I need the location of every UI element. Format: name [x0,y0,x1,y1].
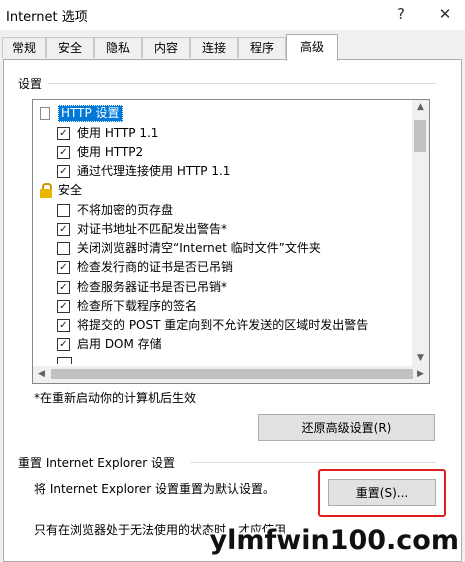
checkbox[interactable] [57,204,70,217]
category-label: HTTP 设置 [58,105,123,122]
scroll-thumb[interactable] [414,120,426,152]
checkbox[interactable]: ✓ [57,300,70,313]
lock-icon [39,183,53,199]
settings-divider [48,83,436,84]
reset-button[interactable]: 重置(S)... [328,479,436,506]
scroll-up-icon[interactable]: ▲ [413,100,428,115]
checkbox[interactable]: ✓ [57,338,70,351]
tab-strip: 常规 安全 隐私 内容 连接 程序 高级 [0,34,465,61]
tab-content[interactable]: 内容 [142,37,190,58]
checkbox[interactable]: ✓ [57,281,70,294]
tab-privacy[interactable]: 隐私 [94,37,142,58]
restore-advanced-settings-button[interactable]: 还原高级设置(R) [258,414,435,441]
close-button[interactable]: ✕ [432,3,458,25]
scroll-left-icon[interactable]: ◀ [34,367,49,382]
tab-general[interactable]: 常规 [2,37,46,58]
setting-label: 使用 HTTP2 [77,145,144,159]
tab-programs[interactable]: 程序 [238,37,286,58]
window-title: Internet 选项 [6,10,88,25]
tab-advanced[interactable]: 高级 [286,34,338,61]
reset-group-label: 重置 Internet Explorer 设置 [18,454,180,471]
tab-connections[interactable]: 连接 [190,37,238,58]
page-icon [40,107,50,120]
scroll-thumb[interactable] [51,369,413,379]
checkbox[interactable]: ✓ [57,127,70,140]
category-label: 安全 [58,183,83,197]
setting-label: 不将加密的页存盘 [77,203,174,217]
checkbox[interactable]: ✓ [57,319,70,332]
checkbox[interactable]: ✓ [57,261,70,274]
setting-label: 检查所下载程序的签名 [77,299,198,313]
setting-label: 启用 DOM 存储 [77,337,162,351]
reset-divider [190,462,436,463]
checkbox[interactable]: ✓ [57,223,70,236]
tab-security[interactable]: 安全 [46,37,94,58]
restart-note: *在重新启动你的计算机后生效 [34,391,197,405]
settings-group-label: 设置 [18,75,47,92]
vertical-scrollbar[interactable]: ▲ ▼ [412,100,429,366]
watermark: ylmfwin100.com [209,525,459,556]
setting-label: 关闭浏览器时清空“Internet 临时文件”文件夹 [77,241,321,255]
setting-label: 检查服务器证书是否已吊销* [77,280,228,294]
setting-label: 对证书地址不匹配发出警告* [77,222,228,236]
checkbox[interactable]: ✓ [57,146,70,159]
category-http[interactable]: HTTP 设置 [33,104,413,123]
scroll-down-icon[interactable]: ▼ [413,351,428,366]
setting-label: 检查发行商的证书是否已吊销 [77,260,234,274]
checkbox[interactable]: ✓ [57,165,70,178]
reset-description: 将 Internet Explorer 设置重置为默认设置。 [34,482,276,496]
setting-label: 将提交的 POST 重定向到不允许发送的区域时发出警告 [77,318,369,332]
horizontal-scrollbar[interactable]: ◀ ▶ [33,366,429,383]
setting-label: 通过代理连接使用 HTTP 1.1 [77,164,231,178]
checkbox-partial [57,357,72,364]
scroll-right-icon[interactable]: ▶ [413,367,428,382]
settings-tree[interactable]: HTTP 设置 ✓ 使用 HTTP 1.1 ✓ 使用 HTTP2 ✓ 通过代理连… [32,99,430,384]
help-button[interactable]: ? [388,3,414,25]
title-bar: Internet 选项 ? ✕ [0,0,465,30]
checkbox[interactable] [57,242,70,255]
setting-label: 使用 HTTP 1.1 [77,126,159,140]
